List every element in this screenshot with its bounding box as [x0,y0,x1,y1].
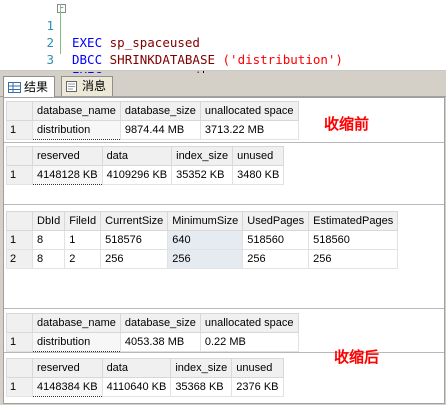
result-grid-5[interactable]: reserved data index_size unused 1 414838… [6,358,284,397]
table-cell[interactable]: 8 [31,230,66,250]
procedure-name: sp_spaceused [109,35,200,50]
result-grid-4[interactable]: database_name database_size unallocated … [6,313,299,352]
table-cell[interactable]: 1 [64,230,102,250]
row-number[interactable]: 1 [6,165,33,185]
line-number: 1 [46,18,54,33]
table-cell[interactable]: 640 [167,230,244,250]
table-cell[interactable]: 4148128 KB [32,165,103,185]
grid-corner[interactable] [6,358,33,378]
table-row[interactable]: 2 8 2 256 256 256 256 [6,249,399,269]
result-grid-1[interactable]: database_name database_size unallocated … [6,101,299,140]
column-header[interactable]: DbId [31,211,66,231]
column-header[interactable]: data [101,358,172,378]
results-pane[interactable]: database_name database_size unallocated … [3,97,445,404]
grid-separator[interactable] [4,308,444,309]
grid-corner[interactable] [6,211,33,231]
table-cell[interactable]: 256 [100,249,169,269]
table-cell[interactable]: 256 [308,249,399,269]
column-header[interactable]: database_size [119,313,201,333]
code-line-2[interactable]: 2 DBCC SHRINKDATABASE ('distribution') [0,17,342,67]
tab-messages[interactable]: 消息 [61,76,114,96]
column-header[interactable]: MinimumSize [167,211,244,231]
table-cell[interactable]: 518560 [308,230,399,250]
grid-separator[interactable] [4,142,444,143]
tab-results[interactable]: 结果 [3,76,56,97]
grid-icon [8,81,21,93]
tab-label: 结果 [24,79,49,94]
row-number[interactable]: 2 [6,249,33,269]
grid-corner[interactable] [6,146,33,166]
column-header[interactable]: unused [231,358,284,378]
table-cell[interactable]: 9874.44 MB [119,120,201,140]
collapse-icon[interactable]: − [57,4,66,13]
annotation-before: 收缩前 [324,115,370,133]
table-cell[interactable]: distribution [32,332,121,352]
column-header[interactable]: CurrentSize [100,211,169,231]
table-cell[interactable]: 4110640 KB [101,377,172,397]
table-cell[interactable]: 256 [242,249,310,269]
table-row[interactable]: 1 distribution 9874.44 MB 3713.22 MB [6,120,299,140]
code-line-1[interactable]: 1 EXEC sp_spaceused [0,0,199,50]
table-cell[interactable]: 256 [167,249,244,269]
column-header[interactable]: index_size [171,146,234,166]
annotation-after: 收缩后 [334,348,380,366]
row-number[interactable]: 1 [6,230,33,250]
keyword: DBCC [72,52,103,67]
table-cell[interactable]: 518560 [242,230,310,250]
column-header[interactable]: database_size [119,101,201,121]
code-fold-guide [60,4,61,54]
table-cell[interactable]: 4148384 KB [32,377,103,397]
table-cell[interactable]: 35352 KB [171,165,234,185]
table-cell[interactable]: 518576 [100,230,169,250]
column-header[interactable]: UsedPages [242,211,310,231]
table-row[interactable]: 1 4148384 KB 4110640 KB 35368 KB 2376 KB [6,377,284,397]
table-cell[interactable]: 8 [31,249,66,269]
line-number: 2 [46,35,54,50]
keyword: EXEC [72,35,103,50]
table-cell[interactable]: 2376 KB [231,377,284,397]
table-cell[interactable]: 35368 KB [170,377,233,397]
column-header[interactable]: unused [232,146,285,166]
table-cell[interactable]: 3713.22 MB [199,120,299,140]
column-header[interactable]: database_name [32,101,121,121]
table-cell[interactable]: 2 [64,249,102,269]
column-header[interactable]: database_name [32,313,121,333]
table-row[interactable]: 1 4148128 KB 4109296 KB 35352 KB 3480 KB [6,165,285,185]
column-header[interactable]: EstimatedPages [308,211,399,231]
message-icon [66,81,77,92]
sql-editor[interactable]: − 1 EXEC sp_spaceused 2 DBCC SHRINKDATAB… [0,0,446,85]
grid-corner[interactable] [6,101,33,121]
line-number: 3 [46,52,54,67]
grid-separator[interactable] [4,204,444,205]
column-header[interactable]: FileId [64,211,102,231]
command-name: SHRINKDATABASE [109,52,215,67]
column-header[interactable]: index_size [170,358,233,378]
tab-label: 消息 [82,79,107,93]
result-grid-3[interactable]: DbId FileId CurrentSize MinimumSize Used… [6,211,399,269]
table-cell[interactable]: 4109296 KB [101,165,173,185]
table-cell[interactable]: 3480 KB [232,165,285,185]
code-line-3[interactable]: 3 EXEC sp_spaceused [0,34,204,85]
column-header[interactable]: reserved [32,146,103,166]
column-header[interactable]: unallocated space [199,313,299,333]
result-grid-2[interactable]: reserved data index_size unused 1 414812… [6,146,285,185]
table-cell[interactable]: 4053.38 MB [119,332,201,352]
table-row[interactable]: 1 8 1 518576 640 518560 518560 [6,230,399,250]
grid-corner[interactable] [6,313,33,333]
string-argument: ('distribution') [222,52,343,67]
table-row[interactable]: 1 distribution 4053.38 MB 0.22 MB [6,332,299,352]
result-tabs: 结果 消息 [0,73,446,97]
column-header[interactable]: reserved [32,358,103,378]
row-number[interactable]: 1 [6,120,33,140]
row-number[interactable]: 1 [6,377,33,397]
column-header[interactable]: unallocated space [199,101,299,121]
row-number[interactable]: 1 [6,332,33,352]
column-header[interactable]: data [101,146,173,166]
table-cell[interactable]: distribution [32,120,121,140]
table-cell[interactable]: 0.22 MB [199,332,299,352]
